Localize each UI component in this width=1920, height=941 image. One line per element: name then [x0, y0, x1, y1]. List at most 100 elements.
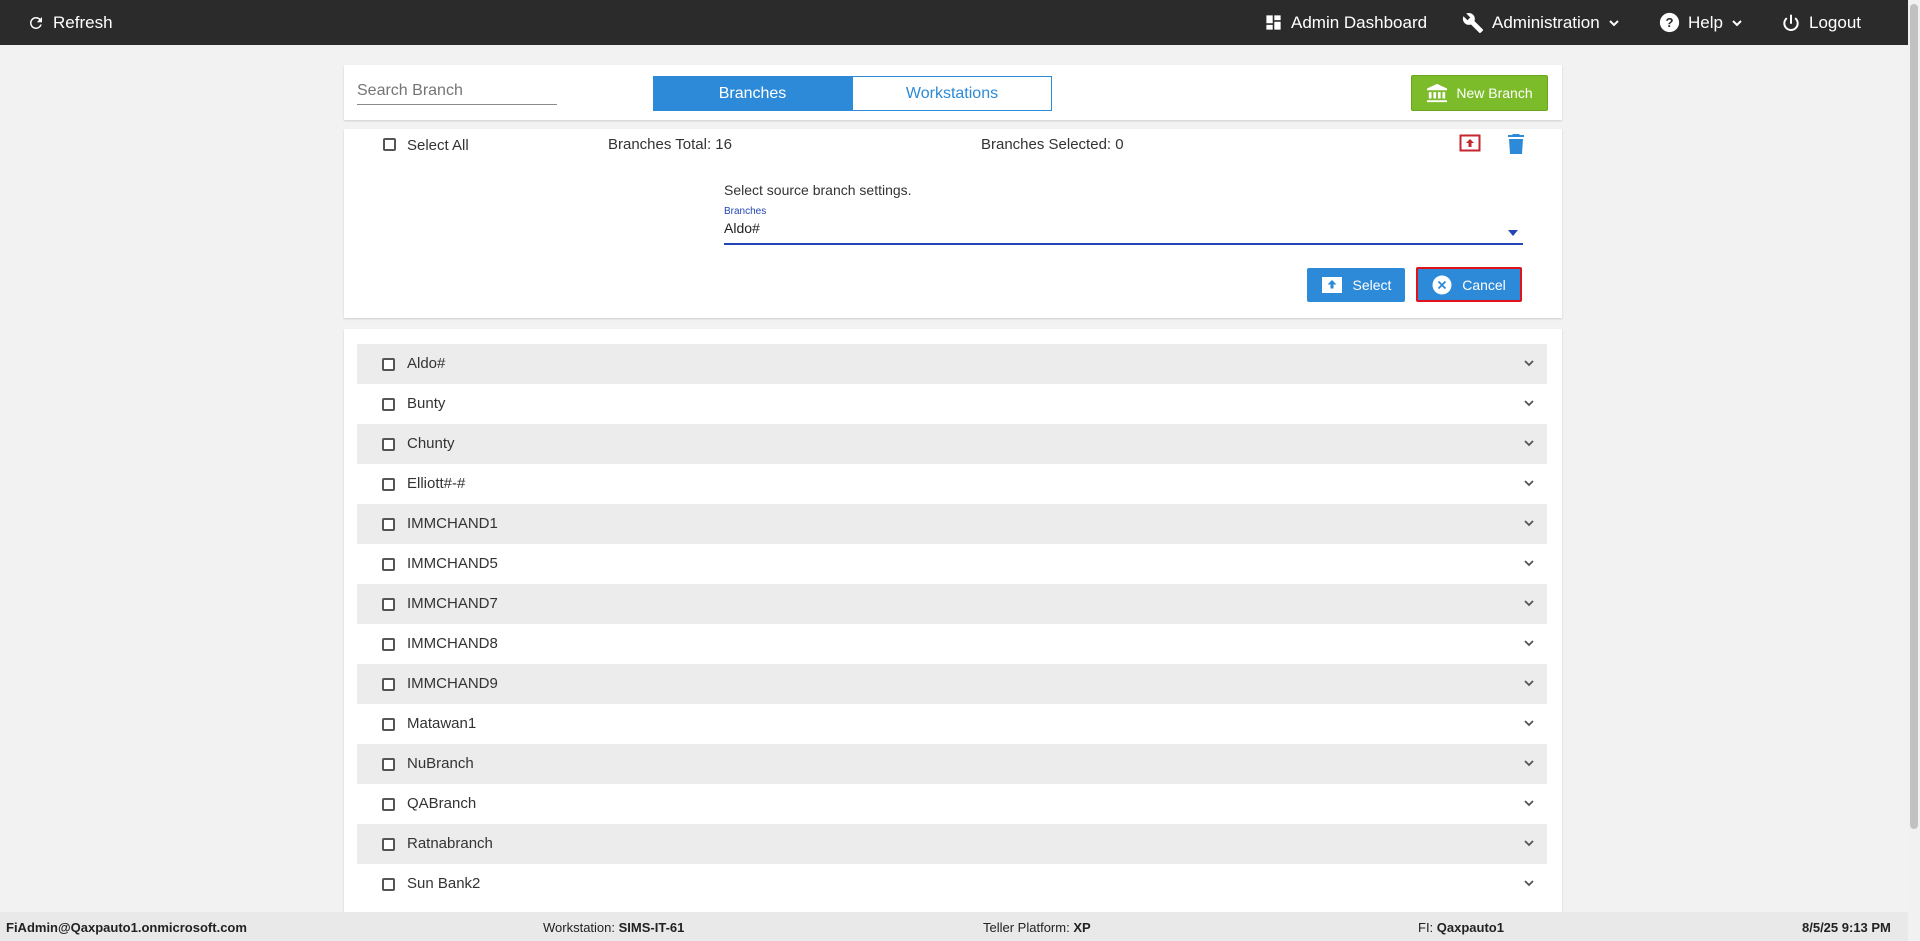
list-item[interactable]: Ratnabranch	[357, 824, 1547, 864]
branch-name: Ratnabranch	[407, 835, 493, 852]
page-scrollbar[interactable]	[1908, 0, 1920, 941]
row-checkbox[interactable]	[382, 838, 395, 851]
tab-workstations-label: Workstations	[905, 84, 999, 102]
svg-text:?: ?	[1665, 15, 1673, 30]
tab-branches-label: Branches	[718, 84, 787, 102]
refresh-label: Refresh	[53, 12, 113, 32]
row-checkbox[interactable]	[382, 518, 395, 531]
status-teller-platform: Teller Platform: XP	[983, 920, 1091, 935]
bank-icon	[1427, 83, 1448, 103]
top-navigation-bar: Refresh Admin Dashboard Administration ?…	[0, 0, 1920, 45]
new-branch-label: New Branch	[1456, 85, 1533, 101]
source-branch-prompt: Select source branch settings.	[724, 182, 912, 198]
row-checkbox[interactable]	[382, 678, 395, 691]
upload-settings-icon[interactable]	[1459, 134, 1481, 154]
branch-name: IMMCHAND5	[407, 555, 498, 572]
row-checkbox[interactable]	[382, 438, 395, 451]
branch-name: IMMCHAND7	[407, 595, 498, 612]
select-all-label: Select All	[407, 137, 469, 154]
chevron-down-icon[interactable]	[1523, 357, 1535, 369]
chevron-down-icon	[1732, 19, 1742, 26]
status-fi: FI: Qaxpauto1	[1418, 920, 1504, 935]
branches-selected: Branches Selected: 0	[981, 136, 1124, 153]
branches-field-label: Branches	[724, 206, 767, 217]
trash-icon[interactable]	[1507, 134, 1525, 154]
list-item[interactable]: Matawan1	[357, 704, 1547, 744]
branch-name: IMMCHAND9	[407, 675, 498, 692]
upload-icon	[1321, 277, 1342, 293]
logout-label: Logout	[1809, 12, 1861, 32]
chevron-down-icon[interactable]	[1523, 397, 1535, 409]
status-user: FiAdmin@Qaxpauto1.onmicrosoft.com	[6, 920, 247, 935]
administration-menu[interactable]: Administration	[1462, 0, 1620, 45]
cancel-button-label: Cancel	[1462, 276, 1506, 293]
tab-branches[interactable]: Branches	[653, 76, 852, 111]
refresh-button[interactable]: Refresh	[27, 0, 113, 45]
branches-select-value[interactable]: Aldo#	[724, 220, 760, 236]
row-checkbox[interactable]	[382, 798, 395, 811]
row-checkbox[interactable]	[382, 878, 395, 891]
status-datetime: 8/5/25 9:13 PM	[1802, 920, 1891, 935]
list-item[interactable]: NuBranch	[357, 744, 1547, 784]
branch-name: Sun Bank2	[407, 875, 481, 892]
chevron-down-icon[interactable]	[1523, 597, 1535, 609]
list-item[interactable]: Sun Bank2	[357, 864, 1547, 904]
list-item[interactable]: Chunty	[357, 424, 1547, 464]
row-checkbox[interactable]	[382, 358, 395, 371]
status-workstation: Workstation: SIMS-IT-61	[543, 920, 685, 935]
branches-select-underline	[724, 243, 1523, 245]
branch-name: IMMCHAND8	[407, 635, 498, 652]
row-checkbox[interactable]	[382, 398, 395, 411]
chevron-down-icon[interactable]	[1523, 477, 1535, 489]
row-checkbox[interactable]	[382, 758, 395, 771]
row-checkbox[interactable]	[382, 478, 395, 491]
search-input[interactable]	[357, 78, 557, 105]
chevron-down-icon[interactable]	[1523, 437, 1535, 449]
list-item[interactable]: Elliott#-#	[357, 464, 1547, 504]
row-checkbox[interactable]	[382, 638, 395, 651]
tab-workstations[interactable]: Workstations	[852, 76, 1052, 111]
row-checkbox[interactable]	[382, 598, 395, 611]
branch-name: Matawan1	[407, 715, 477, 732]
admin-dashboard-label: Admin Dashboard	[1291, 12, 1428, 32]
chevron-down-icon[interactable]	[1523, 717, 1535, 729]
list-item[interactable]: IMMCHAND1	[357, 504, 1547, 544]
list-item[interactable]: QABranch	[357, 784, 1547, 824]
chevron-down-icon[interactable]	[1523, 877, 1535, 889]
new-branch-button[interactable]: New Branch	[1411, 75, 1548, 111]
list-item[interactable]: Bunty	[357, 384, 1547, 424]
scrollbar-thumb[interactable]	[1910, 4, 1918, 829]
list-item[interactable]: IMMCHAND5	[357, 544, 1547, 584]
chevron-down-icon[interactable]	[1523, 517, 1535, 529]
chevron-down-icon[interactable]	[1523, 557, 1535, 569]
cancel-button[interactable]: Cancel	[1416, 267, 1522, 302]
chevron-down-icon[interactable]	[1523, 797, 1535, 809]
administration-label: Administration	[1492, 12, 1600, 32]
dropdown-caret-icon[interactable]	[1508, 230, 1518, 236]
chevron-down-icon[interactable]	[1523, 677, 1535, 689]
branch-list: Aldo# Bunty Chunty Elliott#-# IMMCHAND1 …	[357, 344, 1547, 904]
chevron-down-icon[interactable]	[1523, 637, 1535, 649]
refresh-icon	[29, 16, 42, 29]
status-bar: FiAdmin@Qaxpauto1.onmicrosoft.com Workst…	[0, 912, 1908, 941]
help-menu[interactable]: ? Help	[1659, 0, 1743, 45]
branch-name: QABranch	[407, 795, 477, 812]
branch-name: Chunty	[407, 435, 455, 452]
chevron-down-icon[interactable]	[1523, 757, 1535, 769]
close-circle-icon	[1432, 275, 1452, 294]
admin-dashboard-link[interactable]: Admin Dashboard	[1264, 0, 1427, 45]
list-item[interactable]: IMMCHAND7	[357, 584, 1547, 624]
branches-total: Branches Total: 16	[608, 136, 732, 153]
chevron-down-icon[interactable]	[1523, 837, 1535, 849]
select-button[interactable]: Select	[1307, 268, 1405, 302]
help-icon: ?	[1659, 12, 1680, 33]
list-item[interactable]: IMMCHAND8	[357, 624, 1547, 664]
logout-button[interactable]: Logout	[1781, 0, 1861, 45]
branch-name: Bunty	[407, 395, 446, 412]
list-item[interactable]: IMMCHAND9	[357, 664, 1547, 704]
select-all-checkbox[interactable]	[383, 138, 396, 151]
row-checkbox[interactable]	[382, 558, 395, 571]
branch-name: Aldo#	[407, 355, 446, 372]
row-checkbox[interactable]	[382, 718, 395, 731]
list-item[interactable]: Aldo#	[357, 344, 1547, 384]
